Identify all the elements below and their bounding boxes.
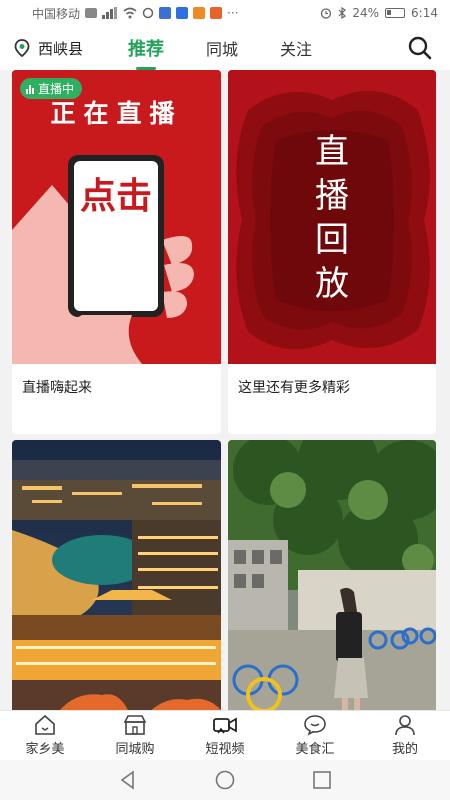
location-pin-icon [14,39,30,58]
tab-following[interactable]: 关注 [280,26,312,70]
location-selector[interactable]: 西峡县 [0,38,112,59]
night-town-thumbnail [12,440,221,710]
street-thumbnail [228,440,436,710]
bottom-nav-shop[interactable]: 同城购 [90,711,180,760]
tab-local[interactable]: 同城 [206,26,238,70]
tab-recommend-label: 推荐 [128,39,164,60]
battery-percent: 24% [352,6,380,20]
bottom-nav-home-label: 家乡美 [25,742,65,757]
feed-card-video-1[interactable] [12,440,221,710]
replay-char-1: 直 [315,132,349,172]
wifi-icon [123,7,137,19]
user-icon [395,715,415,736]
feed-card-replay[interactable]: 直 播 回 放 这里还有更多精彩 [228,70,436,434]
shop-icon [123,715,147,735]
signal-icon [102,7,118,19]
recents-icon[interactable] [311,769,333,791]
replay-char-4: 放 [315,264,349,304]
carrier-label: 中国移动 [32,6,81,21]
feed-card-video-2[interactable] [228,440,436,710]
bottom-nav-profile-label: 我的 [391,742,418,757]
app-notify-icon-3 [193,7,206,19]
bottom-nav-food-label: 美食汇 [295,742,335,757]
bluetooth-icon [338,7,347,19]
video-feed: 正在直播 点击 直播中 直播嗨起来 直 播 回 放 这里还有更多精彩 [0,70,450,710]
poster-headline: 正在直播 [50,99,183,128]
home-icon [35,714,55,735]
status-right: 24% 6:14 [320,6,438,20]
system-nav [0,760,450,800]
bottom-nav-shop-label: 同城购 [115,742,155,757]
tab-following-label: 关注 [280,40,313,59]
feed-card-live[interactable]: 正在直播 点击 直播中 直播嗨起来 [12,70,221,434]
replay-text-column: 直 播 回 放 [228,130,436,306]
location-name: 西峡县 [38,39,84,58]
app-root: 中国移动 ··· 24% 6:14 西峡县 推荐 同城 关注 正在直播 点击 直… [0,0,450,800]
hd-icon [85,8,98,18]
live-badge: 直播中 [20,78,83,99]
status-left: 中国移动 ··· [32,5,238,22]
live-badge-label: 直播中 [38,82,75,96]
tab-recommend[interactable]: 推荐 [128,26,164,70]
card-title: 这里还有更多精彩 [238,380,350,396]
sync-icon [142,7,154,19]
replay-char-2: 播 [315,176,349,216]
more-notifications-icon: ··· [227,6,239,20]
battery-icon [385,8,406,18]
card-thumbnail: 正在直播 点击 直播中 [12,70,221,364]
bottom-nav-video-label: 短视频 [205,742,245,757]
replay-char-3: 回 [315,220,349,260]
search-icon[interactable] [406,34,434,62]
bottom-nav-video[interactable]: 短视频 [180,711,270,760]
bottom-nav: 家乡美 同城购 短视频 美食汇 我的 [0,710,450,760]
clock: 6:14 [411,6,438,20]
alarm-icon [321,8,332,19]
chat-bubble-icon [304,715,326,736]
bottom-nav-food[interactable]: 美食汇 [270,711,360,760]
live-bars-icon [26,84,34,94]
card-title: 直播嗨起来 [22,380,92,396]
top-nav: 西峡县 推荐 同城 关注 [0,26,450,70]
status-bar: 中国移动 ··· 24% 6:14 [0,0,450,26]
home-circle-icon[interactable] [214,769,236,791]
app-notify-icon-1 [159,7,172,19]
card-thumbnail: 直 播 回 放 [228,70,436,364]
bottom-nav-profile[interactable]: 我的 [360,711,450,760]
back-icon[interactable] [117,769,139,791]
bottom-nav-home[interactable]: 家乡美 [0,711,90,760]
feed-tabs: 推荐 同城 关注 [128,26,354,70]
poster-phone-text: 点击 [79,175,152,217]
video-camera-icon [213,717,237,734]
app-notify-icon-4 [210,7,223,19]
tab-local-label: 同城 [206,40,239,59]
app-notify-icon-2 [176,7,189,19]
